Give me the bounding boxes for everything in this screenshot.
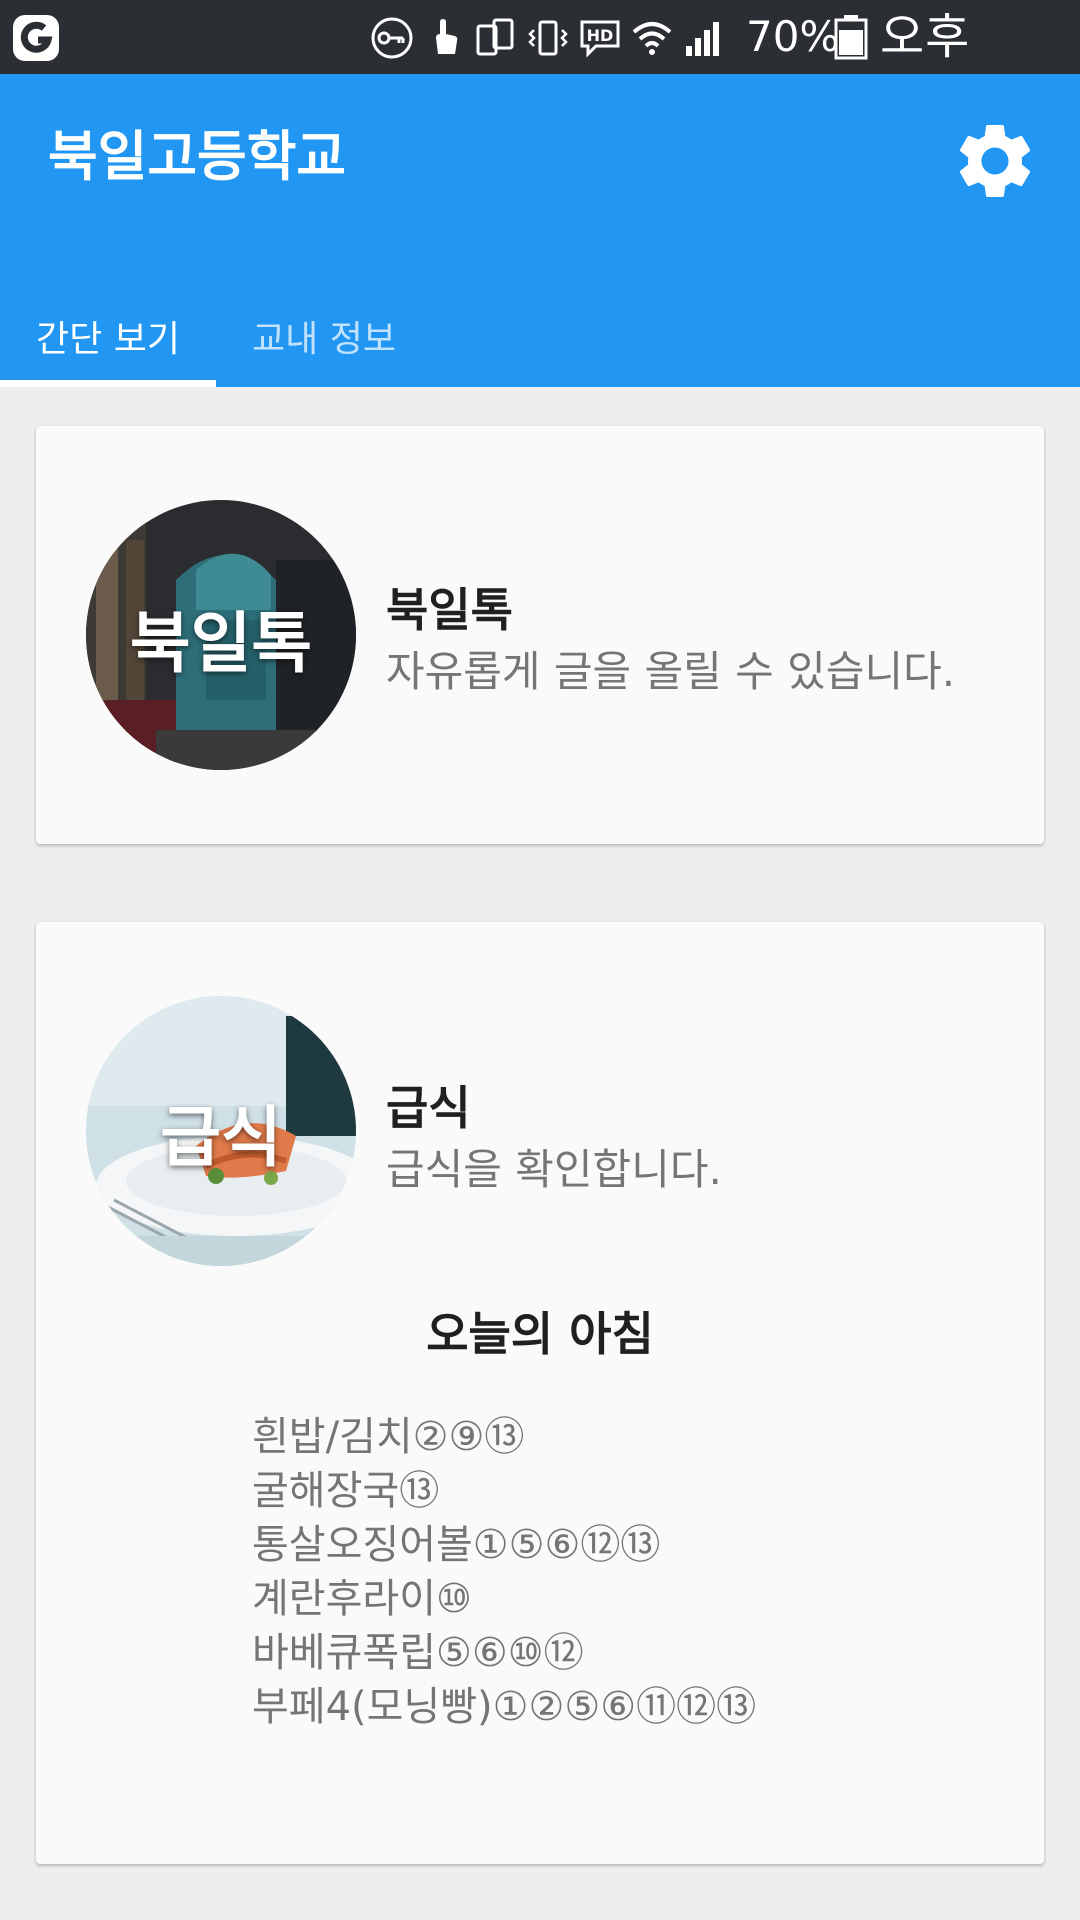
touch-icon — [436, 19, 458, 54]
talk-description: 자유롭게 글을 올릴 수 있습니다. — [386, 647, 956, 696]
gear-icon[interactable] — [950, 116, 1040, 206]
list-item: 굴해장국⑬ — [252, 1468, 440, 1514]
list-item: 통살오징어볼①⑤⑥⑫⑬ — [252, 1522, 661, 1568]
meal-menu-heading: 오늘의 아침 — [426, 1307, 654, 1361]
list-item: 흰밥/김치②⑨⑬ — [252, 1414, 525, 1460]
meal-menu-list: 흰밥/김치②⑨⑬ 굴해장국⑬ 통살오징어볼①⑤⑥⑫⑬ 계란후라이⑩ 바베큐폭립⑤… — [252, 1410, 756, 1734]
battery-percent: 70% — [746, 12, 840, 61]
battery-icon — [834, 15, 868, 60]
hd-voice-icon: HD — [580, 20, 620, 58]
vibrate-icon — [528, 20, 568, 56]
list-item: 계란후라이⑩ — [252, 1576, 472, 1622]
list-item: 바베큐폭립⑤⑥⑩⑫ — [252, 1630, 584, 1676]
talk-image-label: 북일톡 — [129, 605, 313, 682]
meal-description: 급식을 확인합니다. — [386, 1145, 722, 1194]
page-title: 북일고등학교 — [48, 125, 347, 188]
status-bar: HD 70% 오후 9:32 — [0, 0, 1080, 127]
tab-bar: 간단 보기 교내 정보 — [0, 284, 1080, 387]
meal-image-label: 급식 — [160, 1099, 282, 1176]
meal-card[interactable]: 급식 급식 급식을 확인합니다. 오늘의 아침 흰밥/김치②⑨⑬ 굴해장국⑬ 통… — [36, 922, 1044, 1864]
talk-image: 북일톡 — [86, 500, 356, 770]
list-item: 부페4(모닝빵)①②⑤⑥⑪⑫⑬ — [252, 1684, 757, 1730]
meal-title: 급식 — [386, 1081, 471, 1135]
talk-card[interactable]: 북일톡 북일톡 자유롭게 글을 올릴 수 있습니다. — [36, 426, 1044, 844]
talk-title: 북일톡 — [386, 583, 513, 637]
screen-rotate-icon — [476, 18, 514, 56]
tab-school-info[interactable]: 교내 정보 — [216, 284, 432, 387]
status-icons: HD — [370, 12, 726, 64]
vpn-key-icon — [371, 17, 413, 59]
svg-text:HD: HD — [587, 26, 614, 45]
wifi-icon — [632, 22, 672, 55]
carrier-logo-icon — [13, 15, 59, 61]
tab-indicator — [0, 380, 216, 387]
app-bar: 북일고등학교 간단 보기 교내 정보 — [0, 74, 1080, 387]
tab-summary[interactable]: 간단 보기 — [0, 284, 216, 387]
meal-image: 급식 — [86, 996, 356, 1266]
signal-icon — [686, 22, 719, 56]
